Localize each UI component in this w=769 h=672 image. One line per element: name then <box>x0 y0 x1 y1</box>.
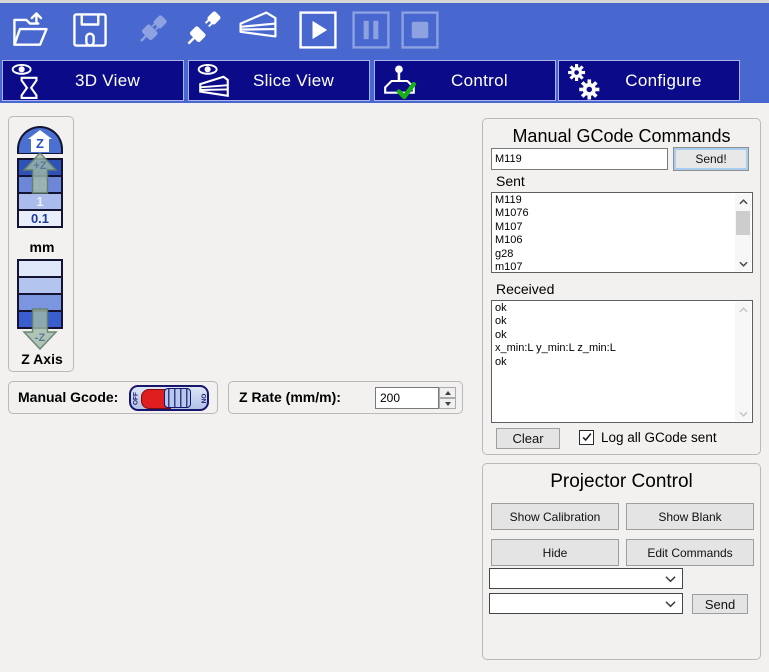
toggle-knob[interactable] <box>164 388 191 408</box>
down-triangle-icon <box>445 402 451 406</box>
joystick-check-icon <box>382 63 418 99</box>
scroll-down-icon[interactable] <box>735 256 751 271</box>
unit-label: mm <box>9 239 75 255</box>
send-gcode-button[interactable]: Send! <box>673 147 749 171</box>
manual-gcode-toggle[interactable]: OFF ON <box>129 385 209 411</box>
sent-scrollbar[interactable] <box>735 194 751 271</box>
z-rate-group: Z Rate (mm/m): <box>228 381 463 414</box>
panel-title: Projector Control <box>483 471 760 493</box>
received-listbox[interactable]: okokokx_min:L y_min:L z_min:Lok <box>491 300 753 423</box>
checkmark-icon <box>581 431 593 443</box>
manual-gcode-label: Manual Gcode: <box>18 389 118 405</box>
gcode-command-input[interactable] <box>491 148 668 170</box>
disconnect-icon <box>130 8 174 52</box>
chevron-down-icon <box>665 600 676 607</box>
pause-icon <box>349 8 393 52</box>
eye-hourglass-icon <box>10 63 46 99</box>
main-toolbar <box>0 3 769 58</box>
tab-control[interactable]: Control <box>374 60 556 101</box>
received-scrollbar[interactable] <box>735 302 751 421</box>
tab-label: 3D View <box>46 71 183 91</box>
list-item[interactable]: M1076 <box>492 207 735 220</box>
play-icon[interactable] <box>296 8 340 52</box>
list-item[interactable]: ok <box>492 315 735 328</box>
z-rate-spinner <box>375 387 457 409</box>
z-axis-caption: Z Axis <box>9 351 75 367</box>
tab-label: Control <box>418 71 555 91</box>
app-window: { "toolbar": { "buttons": [ {"name": "op… <box>0 0 769 672</box>
gears-icon <box>566 63 602 99</box>
scroll-thumb[interactable] <box>736 211 750 235</box>
z-home-button[interactable]: Z <box>17 126 63 154</box>
scroll-down-icon <box>735 406 751 421</box>
show-calibration-button[interactable]: Show Calibration <box>491 503 619 530</box>
tab-label: Slice View <box>232 71 369 91</box>
z-step-01-button[interactable]: 0.1 <box>17 209 63 228</box>
list-item[interactable]: M119 <box>492 194 735 207</box>
show-blank-button[interactable]: Show Blank <box>626 503 754 530</box>
log-gcode-checkbox[interactable] <box>579 430 594 445</box>
projector-control-panel: Projector Control Show Calibration Show … <box>482 463 761 660</box>
save-icon[interactable] <box>68 8 112 52</box>
z-down-large-button[interactable] <box>17 310 63 329</box>
open-file-icon[interactable] <box>8 8 52 52</box>
up-triangle-icon <box>445 391 451 395</box>
clear-button[interactable]: Clear <box>496 428 560 449</box>
scroll-up-icon <box>735 302 751 317</box>
toggle-on-label: ON <box>200 389 207 409</box>
sent-label: Sent <box>496 173 525 189</box>
connect-icon[interactable] <box>180 8 224 52</box>
list-item[interactable]: m107 <box>492 261 735 272</box>
scroll-up-icon[interactable] <box>735 194 751 209</box>
list-item[interactable]: x_min:L y_min:L z_min:L <box>492 342 735 355</box>
log-gcode-label: Log all GCode sent <box>601 430 717 445</box>
tab-slice-view[interactable]: Slice View <box>188 60 370 101</box>
eye-slice-icon <box>196 63 232 99</box>
manual-gcode-commands-panel: Manual GCode Commands Send! Sent M119M10… <box>482 118 761 455</box>
svg-text:-Z: -Z <box>35 332 46 344</box>
tab-bar: 3D View Slice View Control <box>0 58 769 103</box>
z-rate-input[interactable] <box>375 387 439 409</box>
list-item[interactable]: ok <box>492 329 735 342</box>
edit-commands-button[interactable]: Edit Commands <box>626 539 754 566</box>
received-list: okokokx_min:L y_min:L z_min:Lok <box>492 302 735 422</box>
spin-down-button[interactable] <box>439 398 456 409</box>
list-item[interactable]: ok <box>492 356 735 369</box>
sent-listbox[interactable]: M119M1076M107M106g28m107 <box>491 192 753 273</box>
svg-text:Z: Z <box>36 136 44 151</box>
stop-icon <box>398 8 442 52</box>
list-item[interactable]: M107 <box>492 221 735 234</box>
sent-list: M119M1076M107M106g28m107 <box>492 194 735 272</box>
list-item[interactable]: ok <box>492 302 735 315</box>
manual-gcode-group: Manual Gcode: OFF ON <box>8 381 218 414</box>
tab-configure[interactable]: Configure <box>558 60 740 101</box>
projector-command-dropdown-1[interactable] <box>489 568 683 589</box>
slice-icon[interactable] <box>236 8 280 52</box>
panel-title: Manual GCode Commands <box>483 126 760 147</box>
z-rate-label: Z Rate (mm/m): <box>239 389 341 405</box>
projector-send-button[interactable]: Send <box>692 594 748 614</box>
spin-up-button[interactable] <box>439 387 456 398</box>
list-item[interactable]: M106 <box>492 234 735 247</box>
z-axis-panel: Z 10 1 0.1 +Z mm -Z Z Axis <box>8 116 74 372</box>
home-z-icon: Z <box>27 130 53 153</box>
toggle-off-label: OFF <box>133 389 140 409</box>
projector-command-dropdown-2[interactable] <box>489 593 683 614</box>
chevron-down-icon <box>665 575 676 582</box>
tab-3d-view[interactable]: 3D View <box>2 60 184 101</box>
list-item[interactable]: g28 <box>492 248 735 261</box>
tab-label: Configure <box>602 71 739 91</box>
hide-button[interactable]: Hide <box>491 539 619 566</box>
received-label: Received <box>496 281 554 297</box>
